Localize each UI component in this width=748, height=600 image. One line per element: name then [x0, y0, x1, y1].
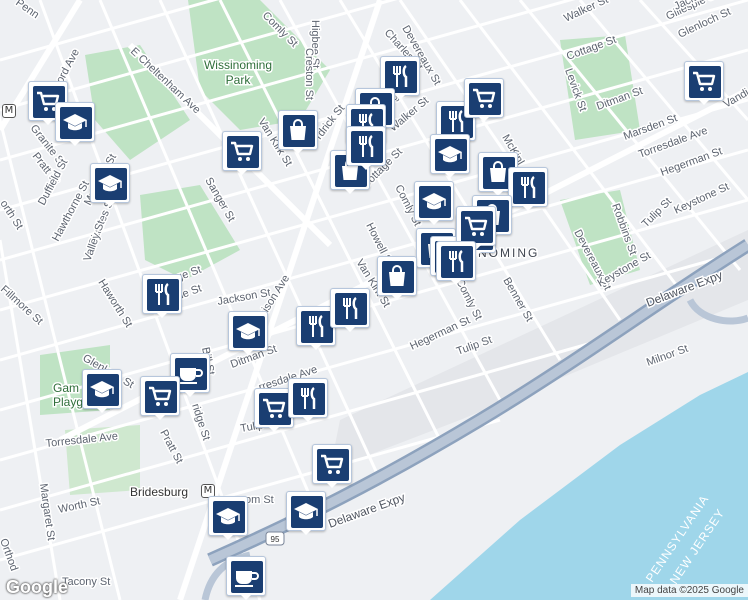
cutlery-marker[interactable]	[330, 288, 370, 332]
cart-marker[interactable]	[312, 444, 352, 488]
school-marker[interactable]	[430, 134, 470, 178]
bag-marker[interactable]	[377, 256, 417, 300]
park-label-wissinoming-2: Park	[226, 73, 252, 87]
cart-marker[interactable]	[464, 78, 504, 122]
google-logo: Google	[6, 577, 68, 597]
cart-marker[interactable]	[140, 376, 180, 420]
cutlery-marker[interactable]	[346, 126, 386, 170]
cutlery-marker[interactable]	[142, 274, 182, 318]
school-marker[interactable]	[414, 181, 454, 225]
cutlery-marker[interactable]	[436, 241, 476, 285]
school-marker[interactable]	[286, 491, 326, 535]
cart-marker[interactable]	[684, 61, 724, 105]
school-marker[interactable]	[208, 496, 248, 540]
place-label-bridesburg: Bridesburg	[130, 485, 188, 499]
svg-text:95: 95	[271, 535, 280, 544]
transit-station-icon[interactable]: M	[2, 104, 16, 118]
cutlery-marker[interactable]	[508, 167, 548, 211]
school-marker[interactable]	[82, 369, 122, 413]
cup-marker[interactable]	[226, 556, 266, 600]
interstate-95-shield: 95	[265, 531, 285, 546]
bag-marker[interactable]	[278, 110, 318, 154]
cart-marker[interactable]	[222, 131, 262, 175]
school-marker[interactable]	[55, 102, 95, 146]
school-marker[interactable]	[228, 311, 268, 355]
park-label-gambrel-1: Gam	[53, 381, 79, 395]
map-canvas[interactable]: 95 Penn Comly St Higbee St Creston St Charle…	[0, 0, 748, 600]
street-label-creston: Creston St	[303, 48, 315, 100]
street-label-tacony: Tacony St	[62, 576, 110, 588]
map-attribution[interactable]: Map data ©2025 Google	[630, 584, 748, 597]
street-label-om-st: om St	[245, 494, 274, 506]
school-marker[interactable]	[90, 163, 130, 207]
park-label-wissinoming-1: Wissinoming	[204, 58, 272, 72]
cutlery-marker[interactable]	[288, 378, 328, 422]
